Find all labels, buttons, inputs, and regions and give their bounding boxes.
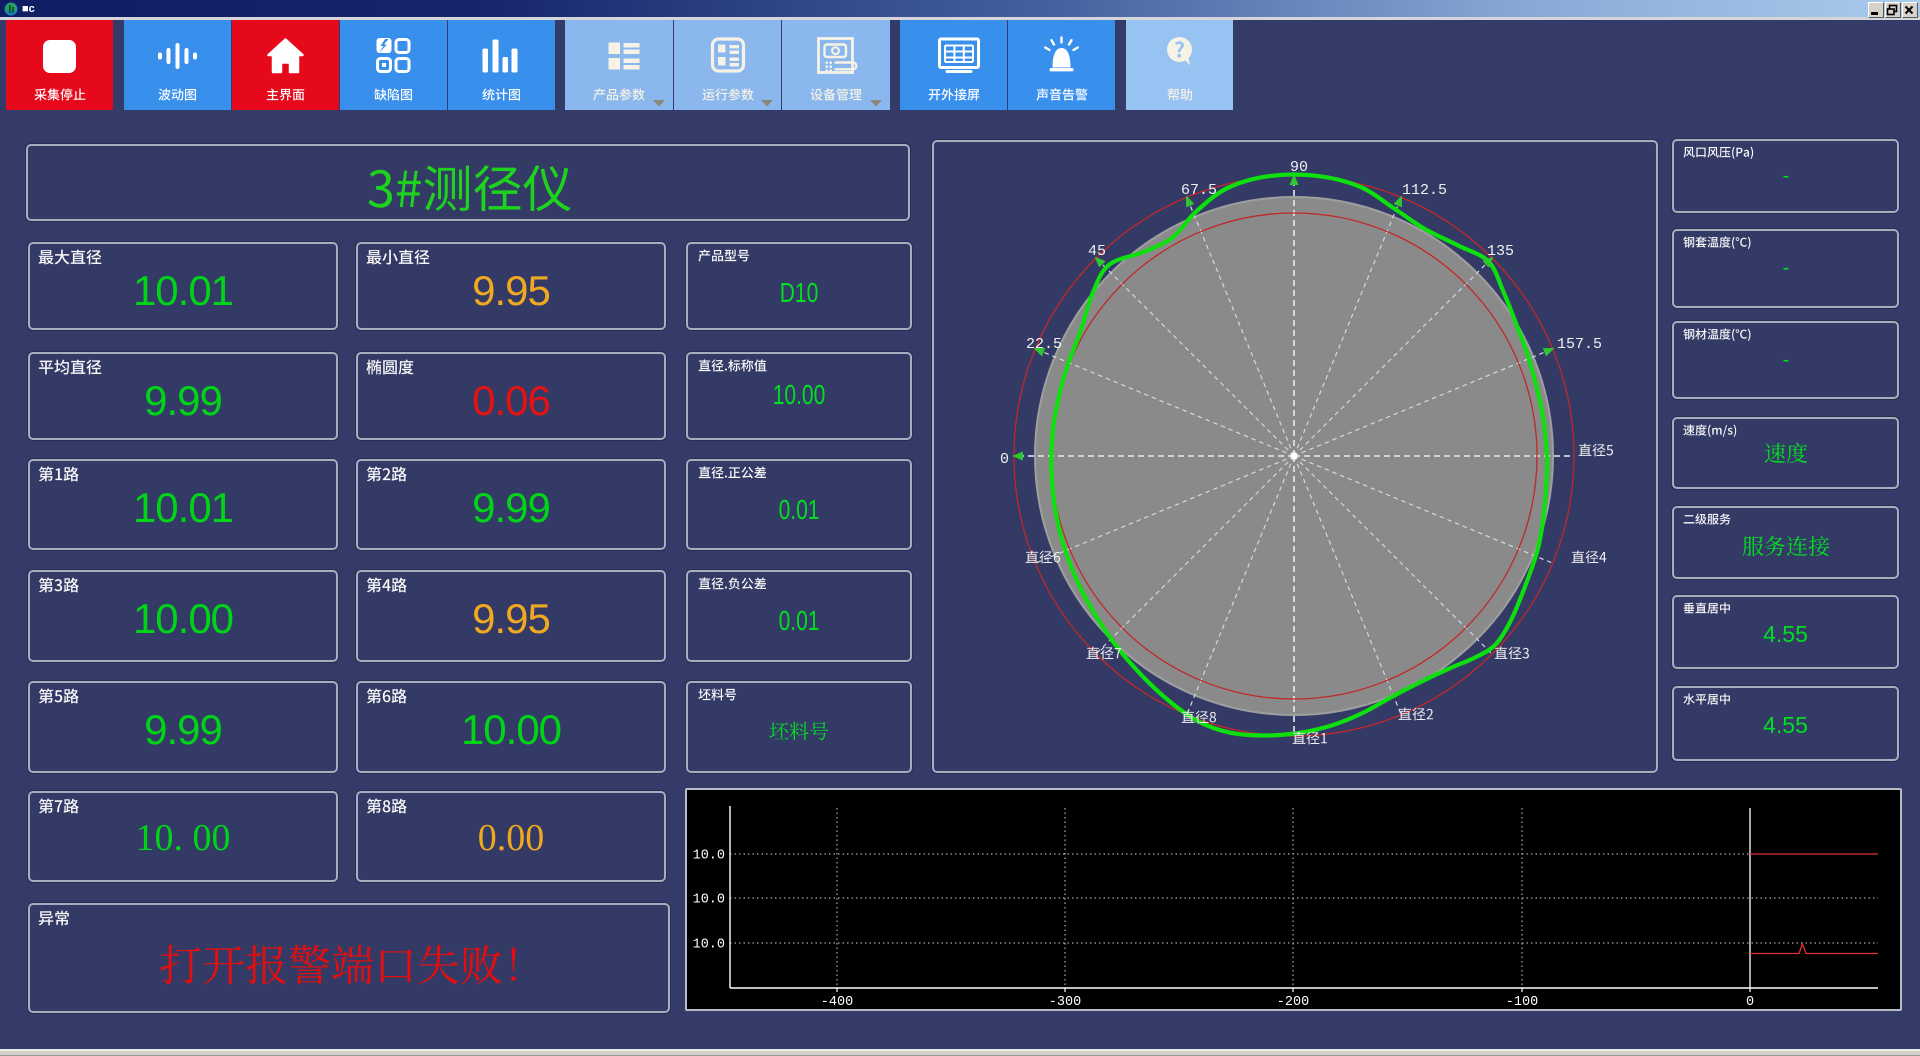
svg-text:-100: -100 bbox=[1506, 995, 1538, 1009]
svg-text:10.0: 10.0 bbox=[693, 938, 725, 953]
svg-text:10.0: 10.0 bbox=[693, 893, 725, 908]
svg-text:0: 0 bbox=[1746, 995, 1754, 1009]
svg-text:10.0: 10.0 bbox=[693, 849, 725, 864]
svg-text:-200: -200 bbox=[1277, 995, 1309, 1009]
svg-text:-300: -300 bbox=[1049, 995, 1081, 1009]
svg-text:-400: -400 bbox=[821, 995, 853, 1009]
